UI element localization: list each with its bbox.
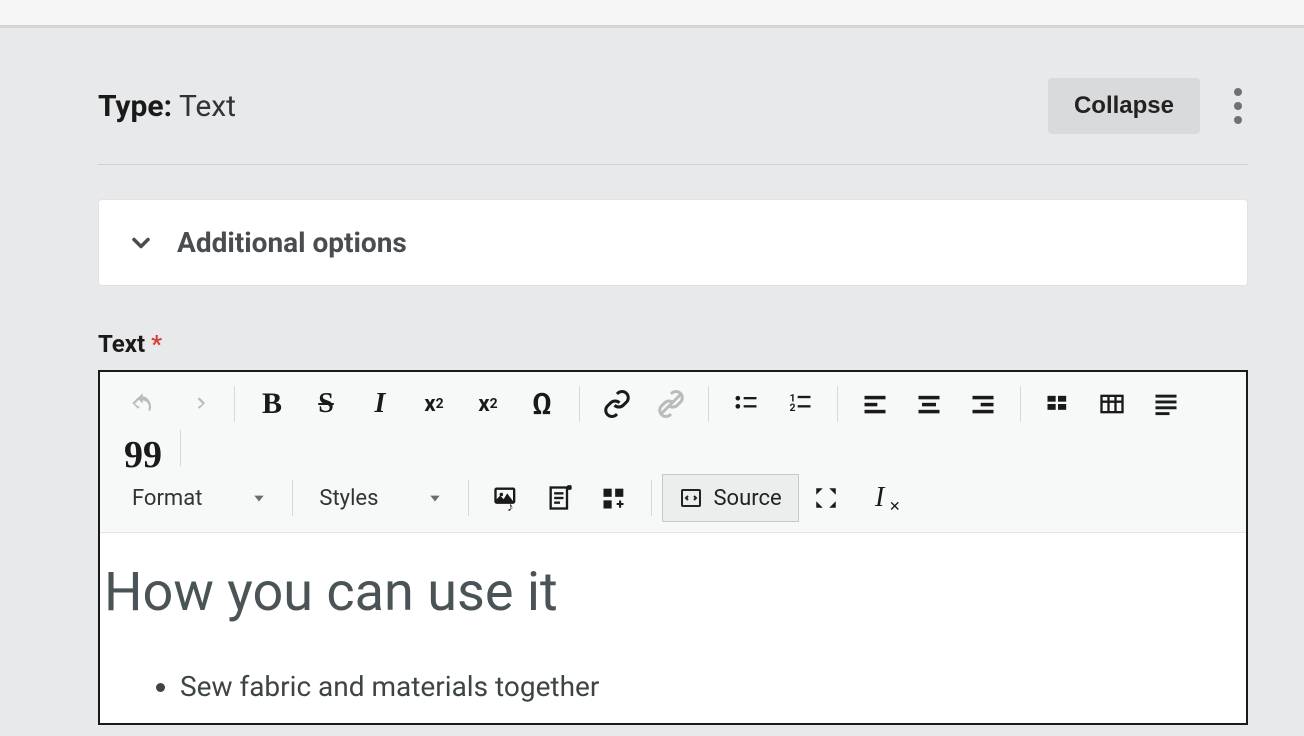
superscript-button[interactable]: x2: [407, 382, 461, 426]
undo-button[interactable]: [116, 382, 170, 426]
format-dropdown-label: Format: [132, 486, 202, 511]
more-actions-button[interactable]: [1228, 78, 1248, 134]
styles-dropdown-label: Styles: [319, 486, 378, 511]
bold-button[interactable]: B: [245, 382, 299, 426]
caret-down-icon: [428, 491, 442, 505]
justify-icon: [1152, 390, 1180, 418]
align-right-icon: [969, 390, 997, 418]
italic-button[interactable]: I: [353, 382, 407, 426]
insert-media-button[interactable]: ♪: [479, 476, 533, 520]
subscript-button[interactable]: x2: [461, 382, 515, 426]
justify-button[interactable]: [1139, 382, 1193, 426]
blocks-icon: +: [600, 484, 628, 512]
unlink-button[interactable]: [644, 382, 698, 426]
toolbar-separator: [468, 480, 469, 516]
toolbar-separator: [651, 480, 652, 516]
align-left-icon: [861, 390, 889, 418]
numbered-list-button[interactable]: 12: [773, 382, 827, 426]
app-header-strip: [0, 0, 1304, 28]
source-icon: [679, 486, 703, 510]
editor-content-area[interactable]: How you can use it Sew fabric and materi…: [100, 533, 1246, 723]
remove-format-button[interactable]: I✕: [853, 476, 907, 520]
redo-button[interactable]: [170, 382, 224, 426]
numbered-list-icon: 12: [786, 390, 814, 418]
maximize-button[interactable]: [799, 476, 853, 520]
toolbar-separator: [579, 386, 580, 422]
type-label: Type: Text: [98, 89, 236, 124]
link-button[interactable]: [590, 382, 644, 426]
table-icon: [1098, 390, 1126, 418]
type-value: Text: [179, 89, 236, 124]
align-center-icon: [915, 390, 943, 418]
special-char-button[interactable]: Ω: [515, 382, 569, 426]
toolbar-separator: [234, 386, 235, 422]
template-icon: [546, 484, 574, 512]
svg-text:♪: ♪: [508, 500, 514, 512]
required-indicator: *: [151, 330, 162, 358]
strikethrough-button[interactable]: S: [299, 382, 353, 426]
bullet-list-icon: [732, 390, 760, 418]
media-icon: ♪: [492, 484, 520, 512]
align-right-button[interactable]: [956, 382, 1010, 426]
svg-text:2: 2: [790, 401, 796, 414]
source-button[interactable]: Source: [662, 474, 798, 522]
list-item: Sew fabric and materials together: [180, 670, 1236, 703]
unlink-icon: [656, 389, 686, 419]
collapse-button[interactable]: Collapse: [1048, 78, 1200, 134]
toolbar-separator: [292, 480, 293, 516]
undo-icon: [129, 390, 157, 418]
bullet-list-button[interactable]: [719, 382, 773, 426]
format-dropdown[interactable]: Format: [116, 476, 282, 520]
toolbar-separator: [837, 386, 838, 422]
redo-icon: [183, 390, 211, 418]
toolbar-separator: [708, 386, 709, 422]
editor-toolbar: B S I x2 x2 Ω 12: [100, 372, 1246, 533]
insert-grid-button[interactable]: [1031, 382, 1085, 426]
caret-down-icon: [252, 491, 266, 505]
maximize-icon: [813, 485, 839, 511]
field-label: Text: [98, 330, 145, 358]
link-icon: [602, 389, 632, 419]
block-header: Type: Text Collapse: [98, 78, 1248, 165]
additional-options-toggle[interactable]: Additional options: [98, 199, 1248, 286]
content-list: Sew fabric and materials together: [110, 670, 1236, 703]
field-label-row: Text *: [98, 330, 1284, 358]
toolbar-separator: [180, 430, 181, 466]
align-center-button[interactable]: [902, 382, 956, 426]
grid-icon: [1044, 390, 1072, 418]
insert-block-button[interactable]: +: [587, 476, 641, 520]
additional-options-label: Additional options: [177, 226, 407, 259]
content-heading: How you can use it: [104, 561, 1236, 624]
chevron-down-icon: [127, 229, 155, 257]
source-button-label: Source: [713, 486, 781, 511]
insert-table-button[interactable]: [1085, 382, 1139, 426]
svg-text:+: +: [617, 497, 625, 513]
toolbar-separator: [1020, 386, 1021, 422]
type-prefix: Type:: [98, 89, 172, 124]
styles-dropdown[interactable]: Styles: [303, 476, 458, 520]
insert-template-button[interactable]: [533, 476, 587, 520]
align-left-button[interactable]: [848, 382, 902, 426]
blockquote-button[interactable]: 99: [116, 426, 170, 470]
rich-text-editor: B S I x2 x2 Ω 12: [98, 370, 1248, 725]
